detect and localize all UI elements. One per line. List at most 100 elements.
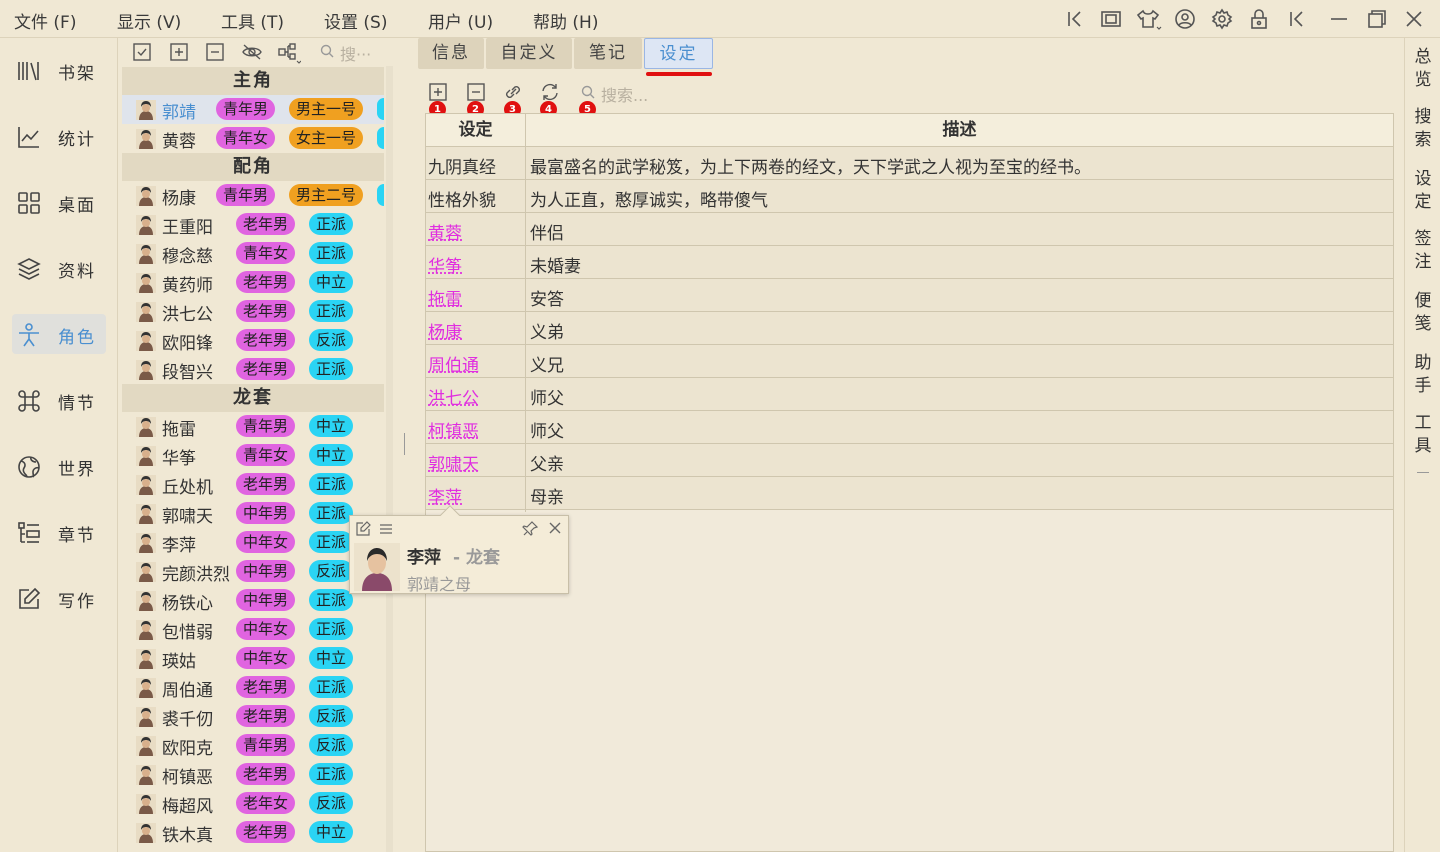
tag-badge[interactable]: 正派 (309, 763, 354, 785)
tag-badge[interactable]: 青年男 (236, 415, 296, 437)
tag-badge[interactable]: 青年男 (236, 734, 296, 756)
character-link[interactable]: 杨康 (428, 318, 462, 343)
tag-badge[interactable]: 老年男 (236, 473, 296, 495)
splitter[interactable] (394, 38, 414, 852)
character-row[interactable]: 华筝 青年女 中立 (122, 441, 384, 470)
menu-settings[interactable]: 设置 (S) (324, 8, 387, 33)
tag-badge[interactable]: 正派 (309, 618, 354, 640)
table-row[interactable]: 洪七公 师父 (426, 378, 1393, 411)
tag-badge[interactable] (377, 184, 384, 206)
column-header-description[interactable]: 描述 (526, 114, 1393, 147)
nav-item-desktop[interactable]: 桌面 (12, 182, 106, 222)
restore-icon[interactable] (1366, 8, 1388, 30)
menu-view[interactable]: 显示 (V) (117, 8, 181, 33)
character-link[interactable]: 柯镇恶 (428, 417, 479, 442)
character-row[interactable]: 周伯通 老年男 正派 (122, 673, 384, 702)
character-row[interactable]: 杨铁心 中年男 正派 (122, 586, 384, 615)
add-setting-icon[interactable] (428, 82, 448, 102)
tag-badge[interactable]: 正派 (309, 213, 354, 235)
character-row[interactable]: 完颜洪烈 中年男 反派 (122, 557, 384, 586)
table-row[interactable]: 性格外貌 为人正直，憨厚诚实，略带傻气 (426, 180, 1393, 213)
tag-badge[interactable]: 老年男 (236, 300, 296, 322)
nav-item-characters[interactable]: 角色 (12, 314, 106, 354)
expand-all-icon[interactable] (169, 42, 189, 62)
table-row[interactable]: 黄蓉 伴侣 (426, 213, 1393, 246)
tag-badge[interactable]: 正派 (309, 676, 354, 698)
character-row[interactable]: 包惜弱 中年女 正派 (122, 615, 384, 644)
tab-notes[interactable]: 笔记 (574, 38, 642, 69)
tag-badge[interactable]: 中年男 (236, 560, 296, 582)
pin-icon[interactable] (522, 520, 539, 537)
tag-badge[interactable]: 正派 (309, 358, 354, 380)
column-header-setting[interactable]: 设定 (426, 114, 525, 147)
tab-settings[interactable]: 设定 (644, 38, 713, 69)
tag-badge[interactable]: 老年女 (236, 792, 296, 814)
user-circle-icon[interactable] (1174, 8, 1196, 30)
tag-badge[interactable]: 老年男 (236, 213, 296, 235)
right-tab-search[interactable]: 搜索 (1413, 106, 1433, 152)
nav-item-writing[interactable]: 写作 (12, 578, 106, 618)
tag-badge[interactable]: 青年男 (216, 184, 276, 206)
tag-badge[interactable]: 中年女 (236, 618, 296, 640)
tag-badge[interactable]: 中立 (309, 415, 354, 437)
tag-badge[interactable]: 中年女 (236, 531, 296, 553)
tag-badge[interactable]: 正派 (309, 589, 354, 611)
tag-badge[interactable]: 老年男 (236, 763, 296, 785)
table-row[interactable]: 拖雷 安答 (426, 279, 1393, 312)
table-row[interactable]: 郭啸天 父亲 (426, 444, 1393, 477)
menu-icon[interactable] (378, 521, 394, 537)
collapse-left-icon[interactable] (1064, 8, 1086, 30)
tag-badge[interactable]: 老年男 (236, 358, 296, 380)
link-icon[interactable] (502, 82, 522, 102)
character-row[interactable]: 段智兴 老年男 正派 (122, 355, 384, 384)
tag-badge[interactable]: 青年男 (216, 98, 276, 120)
tag-badge[interactable]: 老年男 (236, 676, 296, 698)
right-tab-overview[interactable]: 总览 (1413, 46, 1433, 92)
character-row[interactable]: 柯镇恶 老年男 正派 (122, 760, 384, 789)
character-row[interactable]: 铁木真 老年男 中立 (122, 818, 384, 847)
character-row[interactable]: 郭靖 青年男 男主一号 (122, 95, 384, 124)
tag-badge[interactable]: 青年女 (236, 444, 296, 466)
table-row[interactable]: 九阴真经 最富盛名的武学秘笈，为上下两卷的经文，天下学武之人视为至宝的经书。 (426, 147, 1393, 180)
tag-badge[interactable]: 中立 (309, 444, 354, 466)
tag-badge[interactable]: 反派 (309, 792, 354, 814)
table-row[interactable]: 周伯通 义兄 (426, 345, 1393, 378)
character-search-input[interactable]: 搜··· (340, 41, 371, 65)
character-link[interactable]: 华筝 (428, 252, 462, 277)
character-row[interactable]: 裘千仞 老年男 反派 (122, 702, 384, 731)
tag-badge[interactable]: 男主一号 (289, 98, 364, 120)
table-row[interactable]: 华筝 未婚妻 (426, 246, 1393, 279)
nav-item-plot[interactable]: 情节 (12, 380, 106, 420)
tag-badge[interactable]: 正派 (309, 502, 354, 524)
character-link[interactable]: 黄蓉 (428, 219, 462, 244)
character-row[interactable]: 洪七公 老年男 正派 (122, 297, 384, 326)
right-tab-settings[interactable]: 设定 (1413, 168, 1433, 214)
tag-badge[interactable]: 正派 (309, 242, 354, 264)
tag-badge[interactable]: 老年男 (236, 821, 296, 843)
collapse-all-icon[interactable] (205, 42, 225, 62)
nav-item-chapters[interactable]: 章节 (12, 512, 106, 552)
minimize-icon[interactable] (1328, 8, 1350, 30)
character-row[interactable]: 欧阳锋 老年男 反派 (122, 326, 384, 355)
tag-badge[interactable]: 女主一号 (289, 127, 364, 149)
tag-badge[interactable]: 中立 (309, 821, 354, 843)
tag-badge[interactable]: 反派 (309, 329, 354, 351)
tag-badge[interactable] (377, 98, 384, 120)
character-row[interactable]: 黄蓉 青年女 女主一号 (122, 124, 384, 153)
character-row[interactable]: 郭啸天 中年男 正派 (122, 499, 384, 528)
edit-icon[interactable] (355, 521, 371, 537)
checkbox-icon[interactable] (132, 42, 152, 62)
shirt-icon[interactable] (1136, 8, 1162, 30)
character-link[interactable]: 洪七公 (428, 384, 479, 409)
tag-badge[interactable]: 正派 (309, 300, 354, 322)
character-link[interactable]: 周伯通 (428, 351, 479, 376)
tag-badge[interactable]: 老年男 (236, 705, 296, 727)
character-row[interactable]: 瑛姑 中年女 中立 (122, 644, 384, 673)
tag-badge[interactable]: 反派 (309, 734, 354, 756)
refresh-icon[interactable] (540, 82, 560, 102)
nav-item-materials[interactable]: 资料 (12, 248, 106, 288)
group-header[interactable]: 配角 (122, 153, 384, 181)
tag-badge[interactable]: 反派 (309, 705, 354, 727)
tag-badge[interactable]: 中立 (309, 271, 354, 293)
tag-badge[interactable] (377, 127, 384, 149)
